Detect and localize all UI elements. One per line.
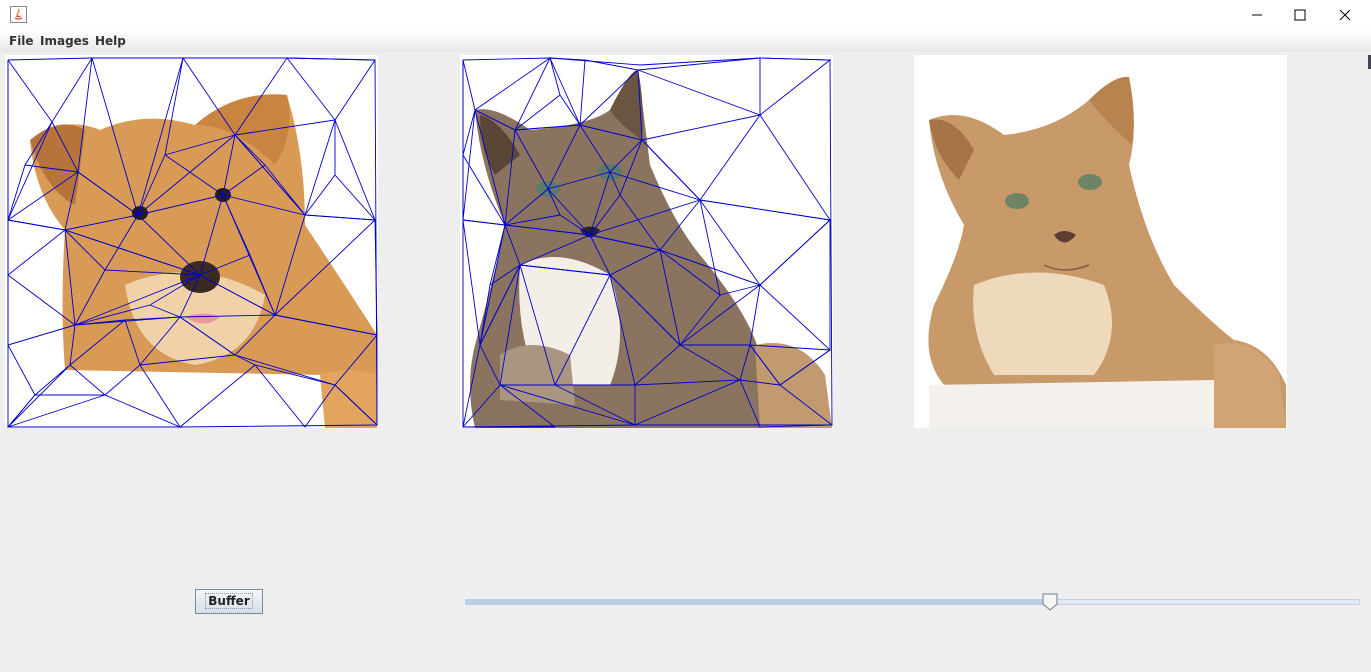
slider-thumb[interactable] [1042,593,1058,611]
destination-image-panel[interactable] [460,55,833,428]
maximize-icon[interactable] [1277,0,1323,30]
minimize-icon[interactable] [1234,0,1280,30]
buffer-button[interactable]: Buffer [195,589,263,614]
source-image-panel[interactable] [5,55,378,428]
dog-image[interactable] [5,55,378,428]
menu-bar: File Images Help [0,30,1371,52]
menu-images[interactable]: Images [40,34,89,48]
java-app-icon [10,6,27,23]
morph-slider[interactable] [465,590,1360,612]
menu-help[interactable]: Help [95,34,126,48]
menu-file[interactable]: File [9,34,34,48]
slider-fill [465,599,1050,605]
title-bar [0,0,1371,30]
morphed-image [914,55,1287,428]
buffer-button-label: Buffer [205,593,253,609]
morph-preview-panel [914,55,1287,428]
close-icon[interactable] [1322,0,1368,30]
cat-image[interactable] [460,55,833,428]
